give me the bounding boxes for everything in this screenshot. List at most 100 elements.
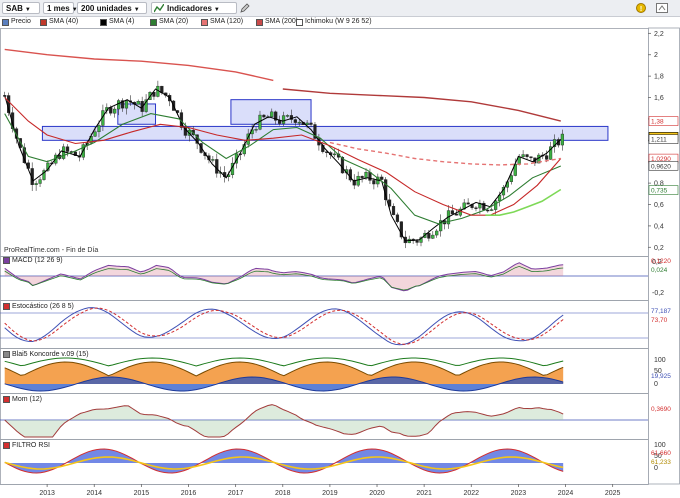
candle-down [69,151,74,153]
candle-down [387,199,392,207]
candle-down [223,172,227,177]
candle-down [482,202,486,211]
candle-down [486,209,490,212]
candle-up [187,130,191,136]
x-tick-label: 2020 [369,490,385,497]
candle-up [62,146,66,159]
candle-down [30,168,34,185]
expand-icon[interactable] [656,3,668,13]
candle-down [50,162,54,165]
candle-down [329,152,333,156]
candle-down [3,95,7,97]
symbol-selector[interactable]: SAB ▼ [2,2,40,14]
period-label: 1 mes [47,4,70,13]
price-badge [648,185,679,195]
panel-label-stoch[interactable]: Estocástico (26 8 5) [3,303,74,310]
x-tick-label: 2018 [275,490,291,497]
edit-icon[interactable] [240,3,250,13]
candle-up [136,101,140,105]
candle-up [376,176,380,185]
candle-down [132,101,136,105]
legend-item-sma120[interactable]: SMA (120) [201,17,243,27]
candle-up [89,136,93,144]
candle-down [199,143,203,153]
candle-up [490,209,494,211]
candle-down [175,110,180,113]
candle-down [348,169,352,181]
legend-swatch [296,18,303,26]
rsi-panel [0,439,649,485]
candle-up [305,122,309,125]
alert-icon[interactable]: ! [636,3,646,13]
candle-up [462,202,466,210]
indicators-button[interactable]: Indicadores ▼ [151,2,237,14]
units-selector[interactable]: 200 unidades ▼ [77,2,147,14]
candle-down [128,100,132,103]
candle-up [521,154,525,157]
panel-label-macd[interactable]: MACD (12 26 9) [3,257,63,264]
candle-down [470,204,474,208]
rsi-yellow-line [4,456,564,470]
koncorde-blue-line [4,376,564,392]
rsi-tick-label: 0 [654,465,658,472]
macd-badge: 0,024 [651,267,668,274]
price-axis-strip [648,27,680,485]
candle-down [368,171,372,181]
candle-down [262,114,266,118]
panel-label-mom[interactable]: Mom (12) [3,396,42,403]
candle-up [38,179,42,184]
legend-item-ichimoku[interactable]: Ichimoku (W 9 26 52) [296,17,372,27]
panel-label-rsi[interactable]: FILTRO RSI [3,442,50,449]
legend-item-price[interactable]: Precio [2,17,31,27]
candle-down [58,154,62,159]
candle-up [113,108,117,114]
period-selector[interactable]: 1 mes ▼ [43,2,78,14]
candle-up [81,144,85,158]
macd-tick-label: -0,2 [652,290,664,297]
candle-down [415,240,419,243]
candle-up [297,121,301,124]
legend-item-sma40[interactable]: SMA (40) [40,17,78,27]
series-line-sma-200- [4,48,274,82]
price-badge [648,160,679,171]
mom-area [4,404,564,437]
candle-down [274,111,278,121]
candle-down [372,180,376,185]
koncorde-blue-area [4,377,564,391]
candle-up [246,133,250,145]
candle-down [73,151,78,156]
rsi-main-area [4,449,564,473]
candle-down [395,214,400,222]
panel-label-blai[interactable]: Blai5 Koncorde v.09 (15) [3,351,89,358]
candle-up [42,170,46,180]
candle-down [164,92,168,96]
candle-up [46,162,50,171]
chevron-down-icon: ▼ [213,7,220,13]
candle-up [458,208,462,216]
x-tick-label: 2015 [134,490,150,497]
candle-down [317,138,321,146]
legend-item-sma20[interactable]: SMA (20) [150,17,188,27]
price-tick-label: 0,6 [654,202,664,209]
legend-item-sma4[interactable]: SMA (4) [100,17,134,27]
candle-down [360,175,364,179]
legend-item-sma200[interactable]: SMA (200) [256,17,298,27]
blai-badge: 19,925 [651,373,671,380]
candle-up [549,146,553,160]
candle-up [219,172,223,174]
candle-down [384,179,388,201]
candle-up [509,175,513,182]
candle-up [258,114,262,130]
candle-down [65,146,70,152]
koncorde-orange-area [4,362,564,384]
candle-down [336,153,341,158]
candle-up [431,234,435,239]
candle-down [160,85,164,94]
legend-swatch [201,18,208,26]
koncorde-green-area [5,358,564,371]
mom-line [4,404,564,438]
x-tick-label: 2021 [416,490,432,497]
x-tick-label: 2019 [322,490,338,497]
legend-swatch [3,396,10,403]
candle-down [120,100,125,109]
